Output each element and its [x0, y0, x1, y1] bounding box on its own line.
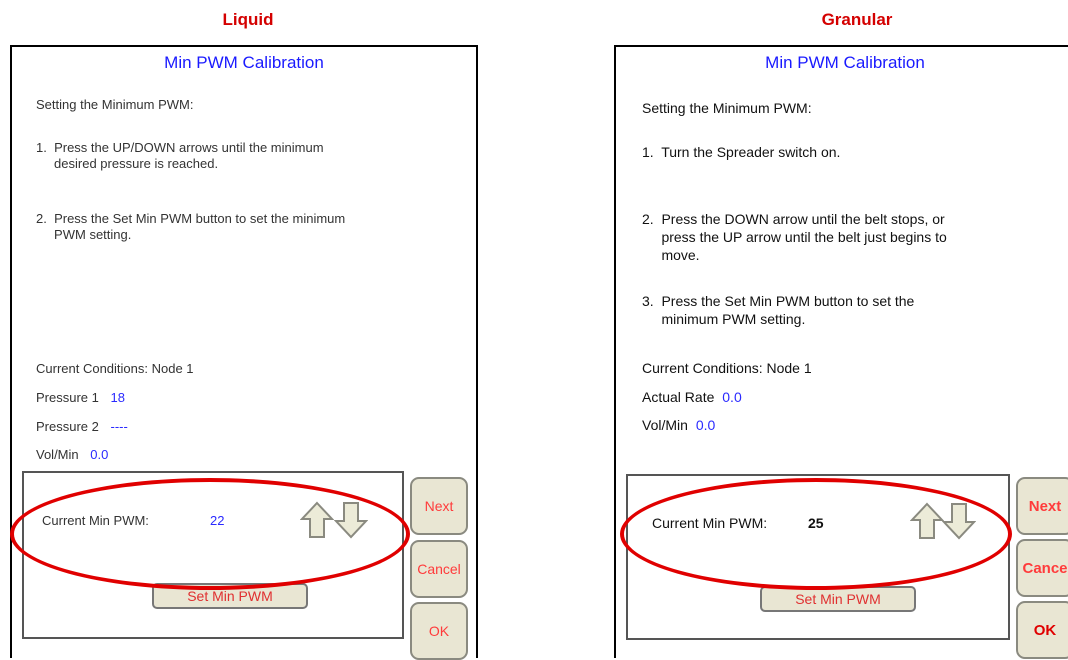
down-arrow-icon[interactable] [334, 501, 368, 539]
down-arrow-icon[interactable] [942, 502, 976, 540]
instruction-step-2: 2. Press the Set Min PWM button to set t… [36, 211, 346, 242]
next-button[interactable]: Next [410, 477, 468, 535]
pressure-2-row: Pressure 2 ---- [36, 419, 128, 435]
instruction-step-1: 1. Press the UP/DOWN arrows until the mi… [36, 140, 324, 171]
pressure-2-value: ---- [110, 419, 128, 434]
next-button[interactable]: Next [1016, 477, 1068, 535]
vol-min-value: 0.0 [90, 447, 109, 462]
set-min-pwm-button[interactable]: Set Min PWM [152, 583, 308, 609]
screen-title: Min PWM Calibration [765, 53, 925, 72]
instruction-step-1: 1. Turn the Spreader switch on. [642, 144, 841, 160]
liquid-heading: Liquid [222, 10, 274, 29]
vol-min-row: Vol/Min 0.0 [642, 416, 715, 434]
vol-min-row: Vol/Min 0.0 [36, 447, 108, 463]
vol-min-value: 0.0 [695, 417, 716, 433]
current-min-pwm-label: Current Min PWM: [42, 513, 149, 528]
pressure-2-label: Pressure 2 [36, 419, 99, 434]
actual-rate-row: Actual Rate 0.0 [642, 388, 742, 406]
pressure-1-value: 18 [110, 390, 125, 405]
up-arrow-icon[interactable] [300, 501, 334, 539]
up-arrow-icon[interactable] [910, 502, 944, 540]
actual-rate-label: Actual Rate [642, 389, 715, 405]
current-conditions-label: Current Conditions: Node 1 [642, 360, 812, 376]
pwm-adjust-panel: Current Min PWM: 25 Set Min PWM [626, 474, 1010, 640]
screen-title: Min PWM Calibration [164, 53, 324, 72]
pwm-adjust-panel: Current Min PWM: 22 Set Min PWM [22, 471, 404, 639]
ok-button[interactable]: OK [410, 602, 468, 660]
current-min-pwm-value: 22 [210, 513, 225, 528]
liquid-screen: Min PWM Calibration Setting the Minimum … [10, 45, 478, 660]
instruction-step-3: 3. Press the Set Min PWM button to set t… [642, 293, 915, 327]
set-min-pwm-button[interactable]: Set Min PWM [760, 586, 916, 612]
current-conditions-label: Current Conditions: Node 1 [36, 361, 194, 376]
granular-heading: Granular [821, 10, 893, 29]
ok-button[interactable]: OK [1016, 601, 1068, 659]
current-min-pwm-label: Current Min PWM: [652, 515, 768, 531]
vol-min-label: Vol/Min [36, 447, 79, 462]
pressure-1-row: Pressure 1 18 [36, 390, 125, 406]
instructions-heading: Setting the Minimum PWM: [36, 97, 194, 112]
instruction-step-2: 2. Press the DOWN arrow until the belt s… [642, 211, 947, 263]
cancel-button[interactable]: Cancel [410, 540, 468, 598]
vol-min-label: Vol/Min [642, 417, 688, 433]
pressure-1-label: Pressure 1 [36, 390, 99, 405]
actual-rate-value: 0.0 [722, 389, 742, 405]
granular-screen: Min PWM Calibration Setting the Minimum … [614, 45, 1068, 659]
instructions-heading: Setting the Minimum PWM: [642, 100, 812, 116]
cancel-button[interactable]: Cance [1016, 539, 1068, 597]
current-min-pwm-value: 25 [808, 515, 824, 531]
